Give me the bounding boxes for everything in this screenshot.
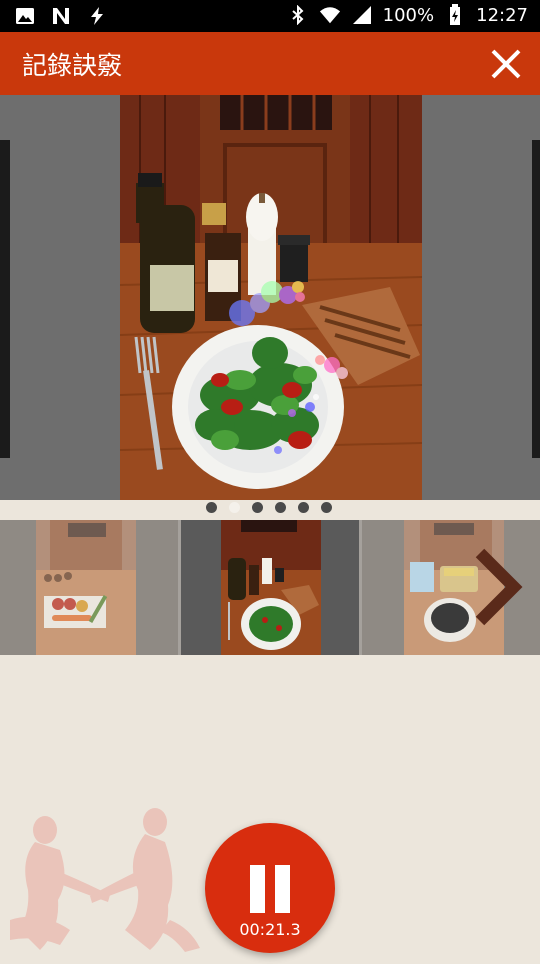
previous-photo-peek[interactable] [0,95,120,500]
page-dot [298,502,309,513]
chevron-right-icon [475,548,523,626]
app-header: 記錄訣竅 [0,32,540,95]
page-dot [321,502,332,513]
thumb-1-vegetables[interactable] [0,520,178,655]
page-title: 記錄訣竅 [22,51,123,80]
page-dot [252,502,263,513]
battery-icon [444,4,466,26]
figures-watermark [0,800,210,960]
previous-photo-edge [0,140,10,458]
recording-timer: 00:21.3 [239,920,301,939]
page-dot-active [229,502,240,513]
bluetooth-icon [287,4,309,26]
page-dot [206,502,217,513]
n-logo-icon [50,5,72,27]
thumbnail-strip [0,520,540,655]
battery-text: 100% [382,4,435,26]
status-bar: 100% 12:27 [0,0,540,32]
signal-icon [351,4,373,26]
page-indicator [0,500,540,520]
main-photo [120,95,422,500]
close-button[interactable] [486,44,526,84]
wifi-icon [319,4,341,26]
image-icon [14,5,36,27]
photo-viewer[interactable] [0,95,540,500]
close-icon [491,49,521,79]
flash-icon [86,5,108,27]
pause-recording-button[interactable]: 00:21.3 [205,823,335,953]
next-photo-peek[interactable] [422,95,540,500]
thumb-2-salad[interactable] [181,520,359,655]
page-dot [275,502,286,513]
next-button[interactable] [470,545,524,629]
next-photo-edge [532,140,540,458]
clock-text: 12:27 [476,4,528,26]
